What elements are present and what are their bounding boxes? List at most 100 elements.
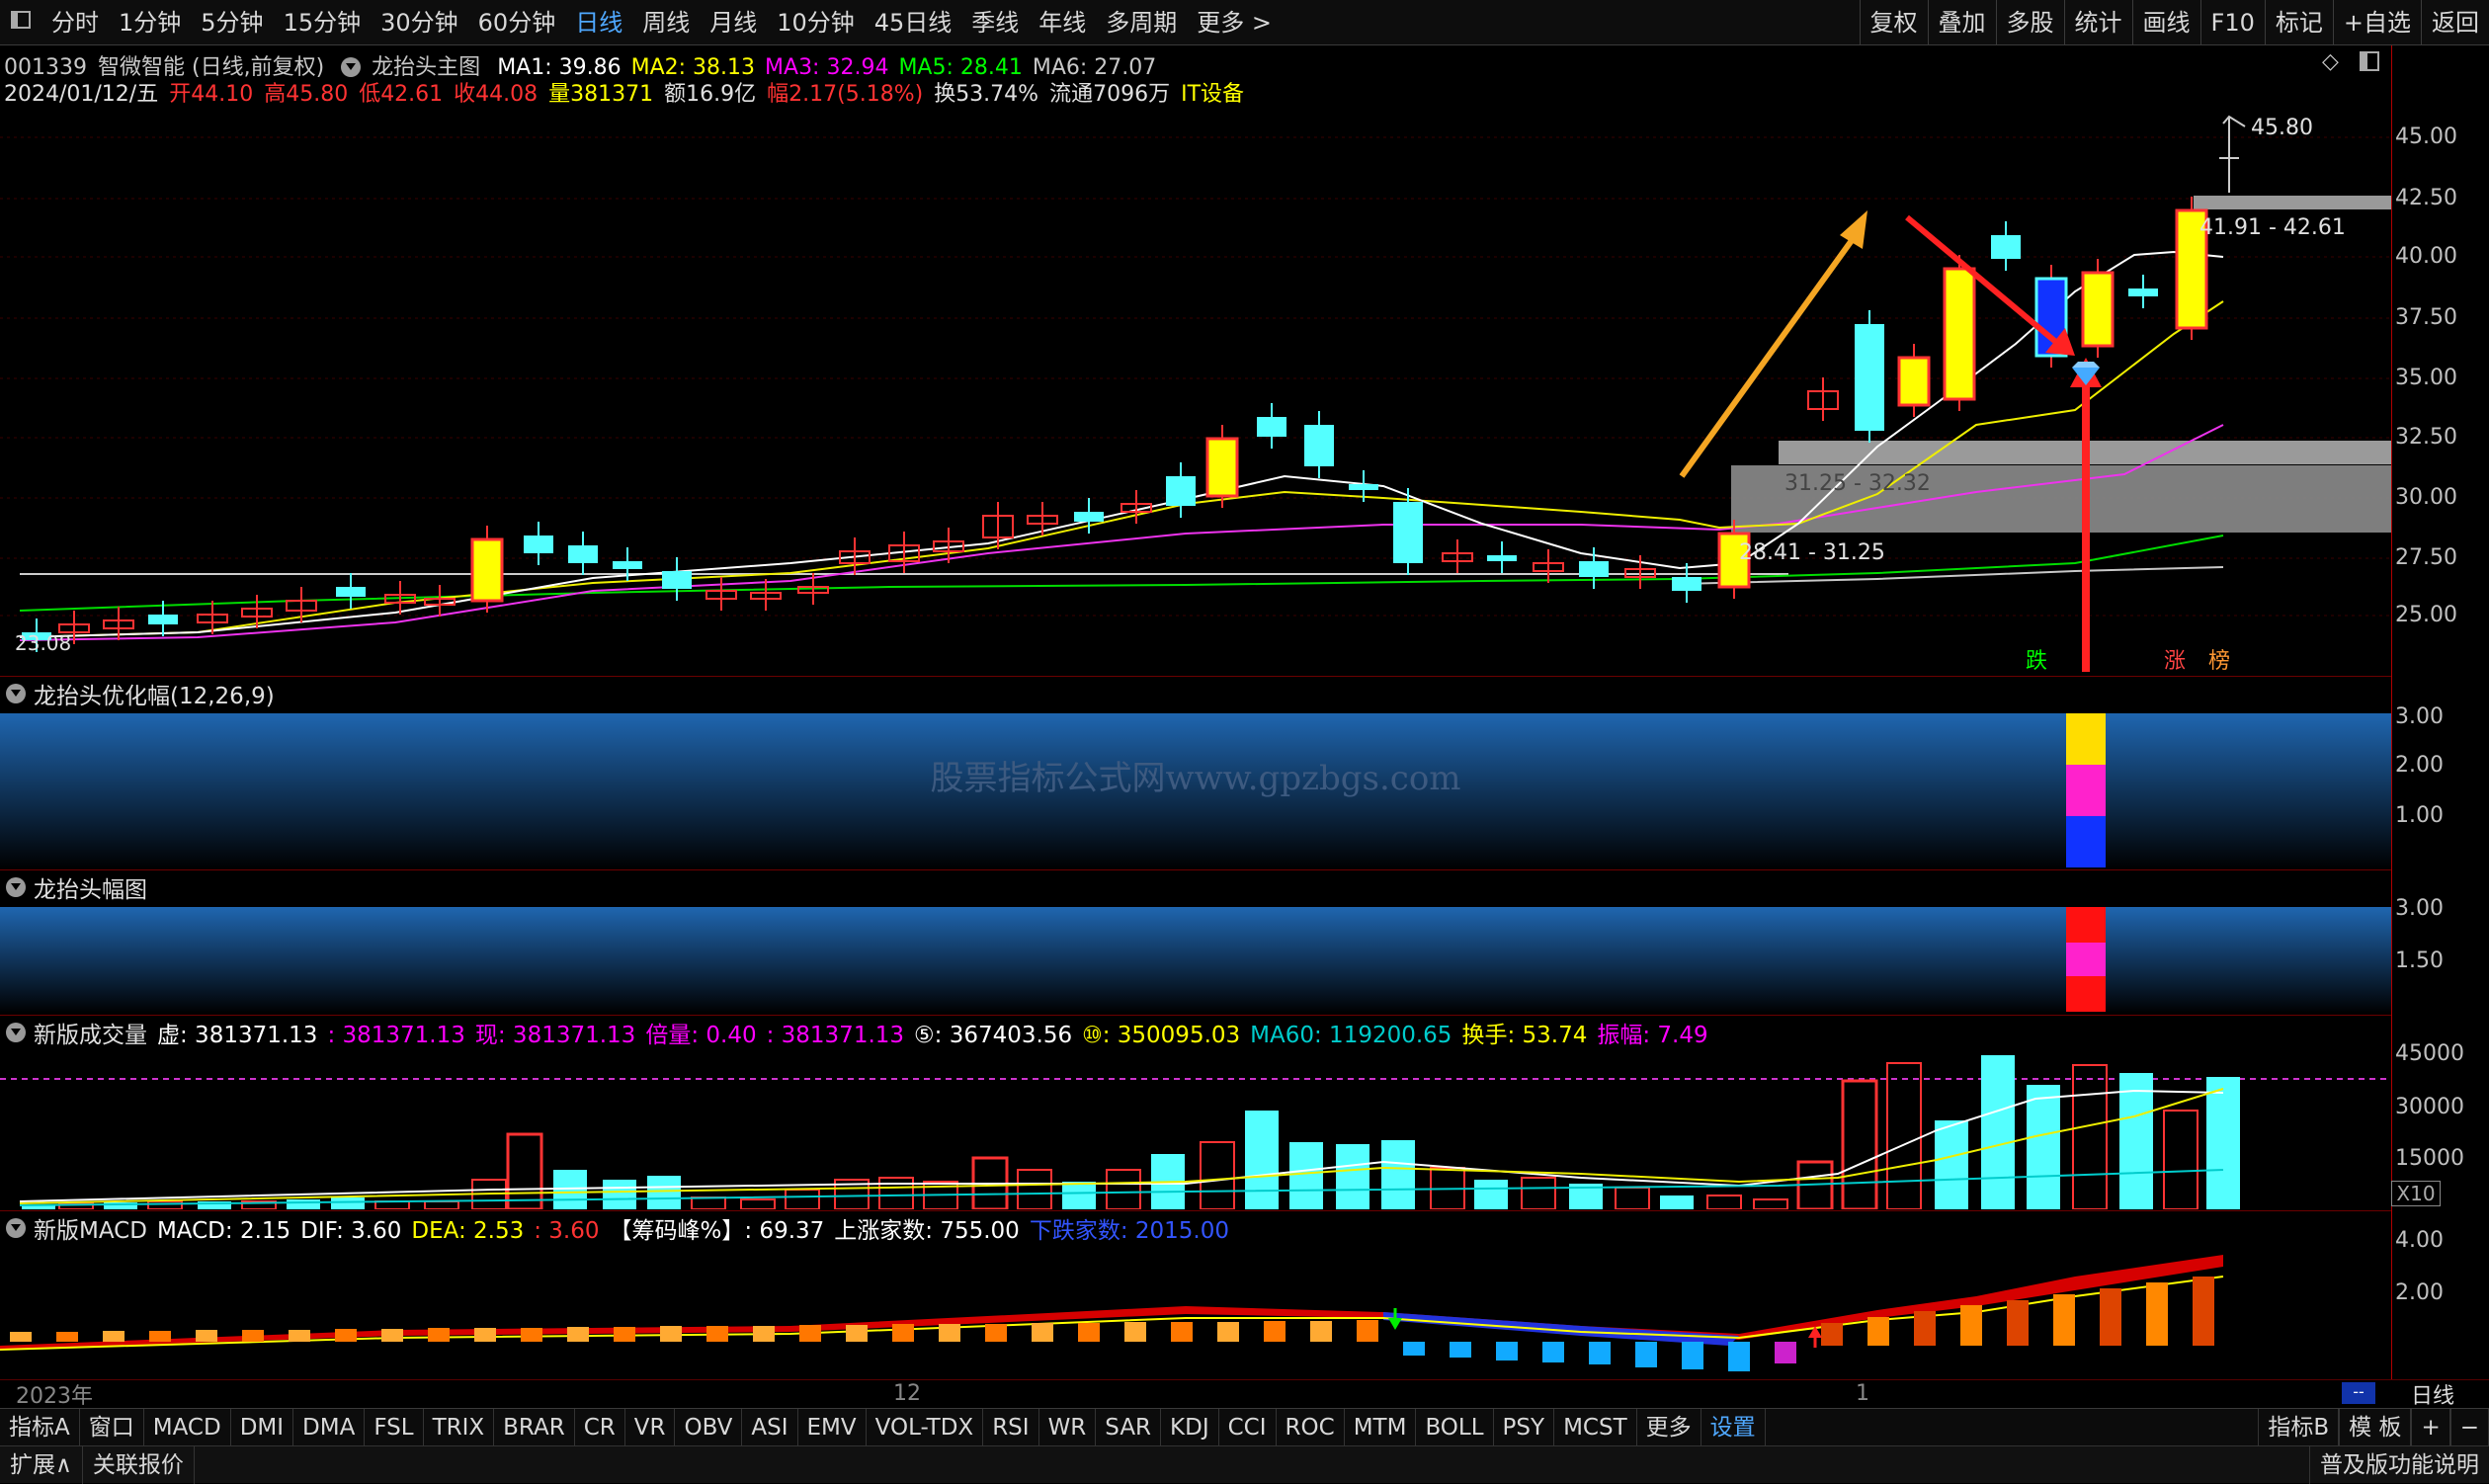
axis-tick: 45.00 — [2395, 124, 2457, 149]
indicator-tab[interactable]: OBV — [675, 1408, 743, 1446]
indicator-tab[interactable]: SAR — [1096, 1408, 1162, 1446]
candle — [1991, 235, 2021, 259]
toolbar-button[interactable]: 统计 — [2063, 0, 2132, 45]
indicator-tab[interactable]: KDJ — [1161, 1408, 1219, 1446]
macd-bar — [939, 1324, 960, 1342]
indicator-tab[interactable]: 指标A — [0, 1408, 80, 1446]
macd-chart[interactable] — [0, 1247, 2391, 1379]
indicator-tab[interactable]: MTM — [1345, 1408, 1417, 1446]
diamond-icon[interactable]: ◇ — [2322, 49, 2339, 74]
indicator-tab[interactable]: 设置 — [1701, 1408, 1766, 1446]
panel2-title[interactable]: 龙抬头幅图 — [34, 870, 147, 904]
toolbar-button[interactable]: 标记 — [2264, 0, 2333, 45]
indicator-dropdown-icon[interactable] — [341, 57, 362, 77]
panel2-dropdown-icon[interactable] — [6, 877, 26, 897]
period-tab[interactable]: 5分钟 — [191, 0, 273, 45]
indicator-tab[interactable]: PSY — [1494, 1408, 1555, 1446]
axis-tick: 3.00 — [2395, 704, 2444, 729]
panel1-title[interactable]: 龙抬头优化幅(12,26,9) — [34, 677, 275, 710]
indicator-value: ⑤: 367403.56 — [914, 1023, 1073, 1048]
indicator-tab[interactable]: WR — [1039, 1408, 1097, 1446]
macd-bar — [1450, 1342, 1471, 1358]
indicator-tab[interactable]: CCI — [1219, 1408, 1277, 1446]
toolbar-menu-icon[interactable] — [0, 0, 41, 45]
volume-chart[interactable] — [0, 1051, 2391, 1209]
help-link[interactable]: 普及版功能说明 — [2309, 1445, 2489, 1484]
period-tab[interactable]: 日线 — [565, 0, 632, 45]
indicator-value: 振幅: 7.49 — [1597, 1023, 1708, 1048]
volume-bar — [1200, 1141, 1235, 1209]
period-tab[interactable]: 季线 — [961, 0, 1029, 45]
panel4-title-bar: 新版MACD MACD: 2.15 DIF: 3.60 DEA: 2.53: 3.6… — [0, 1211, 1239, 1245]
panel4-title[interactable]: 新版MACD — [34, 1211, 147, 1245]
macd-bar — [289, 1330, 310, 1342]
period-tab[interactable]: 15分钟 — [274, 0, 372, 45]
indicator-tab[interactable]: EMV — [798, 1408, 867, 1446]
indicator-tab[interactable]: RSI — [983, 1408, 1039, 1446]
indicator-tab[interactable]: ASI — [742, 1408, 798, 1446]
toolbar-button[interactable]: 画线 — [2131, 0, 2200, 45]
toolbar-button[interactable]: 返回 — [2421, 0, 2489, 45]
period-tab[interactable]: 30分钟 — [371, 0, 468, 45]
period-tab[interactable]: 1分钟 — [109, 0, 191, 45]
macd-bar — [753, 1326, 775, 1342]
window-toggle-icon[interactable] — [2360, 51, 2379, 71]
scroll-indicator[interactable]: -- — [2342, 1382, 2375, 1404]
macd-bar — [381, 1329, 403, 1342]
indicator-tab[interactable]: ROC — [1277, 1408, 1345, 1446]
period-tab[interactable]: 45日线 — [865, 0, 962, 45]
toolbar-button[interactable]: 多股 — [1995, 0, 2064, 45]
candle — [1897, 356, 1931, 407]
indicator-tab[interactable]: 更多 — [1637, 1408, 1701, 1446]
period-tab[interactable]: 10分钟 — [767, 0, 865, 45]
period-tab[interactable]: 年线 — [1029, 0, 1096, 45]
panel2-area[interactable] — [0, 907, 2391, 1014]
panel4-dropdown-icon[interactable] — [6, 1218, 26, 1238]
period-tab[interactable]: 月线 — [700, 0, 767, 45]
indicator-tab[interactable]: 窗口 — [80, 1408, 144, 1446]
panel3-dropdown-icon[interactable] — [6, 1023, 26, 1042]
period-tab[interactable]: 分时 — [41, 0, 109, 45]
indicator-tab[interactable]: MACD — [144, 1408, 231, 1446]
volume-bar — [2163, 1110, 2199, 1209]
indicator-tab[interactable]: MCST — [1554, 1408, 1637, 1446]
panel1-dropdown-icon[interactable] — [6, 684, 26, 703]
indicator-tab[interactable]: DMA — [293, 1408, 366, 1446]
macd-bar — [1821, 1323, 1843, 1346]
indicator-tab[interactable]: FSL — [365, 1408, 424, 1446]
indicator-tab[interactable]: BOLL — [1416, 1408, 1494, 1446]
template-button[interactable]: − — [2449, 1408, 2489, 1446]
indicator-value: DIF: 3.60 — [300, 1218, 402, 1244]
template-button[interactable]: 指标B — [2258, 1408, 2340, 1446]
macd-bar — [2146, 1282, 2168, 1346]
period-tab[interactable]: 更多 > — [1187, 0, 1282, 45]
period-tab[interactable]: 60分钟 — [468, 0, 566, 45]
candle — [613, 561, 642, 569]
panel3-title[interactable]: 新版成交量 — [34, 1016, 147, 1049]
indicator-tab[interactable]: BRAR — [494, 1408, 575, 1446]
template-button[interactable]: 模 板 — [2339, 1408, 2412, 1446]
toolbar-button[interactable]: +自选 — [2332, 0, 2421, 45]
indicator-tab[interactable]: VOL-TDX — [867, 1408, 984, 1446]
toolbar-button[interactable]: 复权 — [1859, 0, 1928, 45]
indicator-tab[interactable]: CR — [575, 1408, 625, 1446]
indicator-tab[interactable]: VR — [625, 1408, 676, 1446]
indicator-value: DEA: 2.53 — [411, 1218, 525, 1244]
candle — [1487, 555, 1517, 561]
indicator-tab[interactable]: DMI — [231, 1408, 294, 1446]
period-tab[interactable]: 多周期 — [1096, 0, 1187, 45]
indicator-tab[interactable]: TRIX — [424, 1408, 495, 1446]
template-button[interactable]: + — [2411, 1408, 2450, 1446]
time-axis-period[interactable]: 日线 — [2411, 1378, 2454, 1410]
period-tab[interactable]: 周线 — [632, 0, 700, 45]
macd-bar — [1960, 1305, 1982, 1346]
candlestick-chart[interactable]: 45.80 41.91 - 42.61 31.25 - 32.32 28.41 … — [0, 99, 2391, 672]
toolbar-button[interactable]: F10 — [2199, 0, 2265, 45]
macd-bar — [1635, 1342, 1657, 1367]
related-quote-button[interactable]: 关联报价 — [83, 1445, 195, 1484]
macd-bar — [2193, 1277, 2214, 1346]
candle — [524, 536, 553, 553]
toolbar-button[interactable]: 叠加 — [1927, 0, 1996, 45]
expand-button[interactable]: 扩展∧ — [0, 1445, 83, 1484]
time-label-jan: 1 — [1856, 1381, 1869, 1406]
